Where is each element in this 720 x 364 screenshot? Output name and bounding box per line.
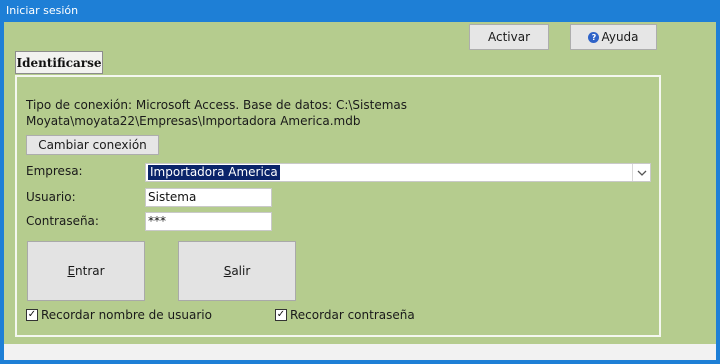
ayuda-button[interactable]: ? Ayuda xyxy=(570,24,657,50)
checkmark-icon: ✓ xyxy=(276,309,286,320)
cambiar-conexion-button[interactable]: Cambiar conexión xyxy=(26,135,159,155)
usuario-input[interactable]: Sistema xyxy=(145,188,272,207)
remember-user-option[interactable]: ✓ Recordar nombre de usuario xyxy=(26,308,212,322)
entrar-label: ntrar xyxy=(75,264,105,278)
empresa-value: Importadora America xyxy=(148,165,280,180)
remember-password-checkbox[interactable]: ✓ xyxy=(275,309,287,321)
activar-label: Activar xyxy=(487,30,531,44)
activar-button[interactable]: Activar xyxy=(469,24,549,50)
empresa-label: Empresa: xyxy=(26,164,83,178)
window-title: Iniciar sesión xyxy=(0,0,720,22)
help-icon: ? xyxy=(588,31,600,43)
status-strip xyxy=(4,344,716,360)
empresa-combobox[interactable]: Importadora America xyxy=(145,163,651,182)
cambiar-conexion-label: Cambiar conexión xyxy=(38,138,147,152)
chevron-down-icon[interactable] xyxy=(632,164,650,181)
password-input[interactable]: *** xyxy=(145,212,272,231)
password-label: Contraseña: xyxy=(26,214,99,228)
salir-label: alir xyxy=(231,264,251,278)
remember-password-label: Recordar contraseña xyxy=(290,308,415,322)
remember-password-option[interactable]: ✓ Recordar contraseña xyxy=(275,308,415,322)
entrar-mnemonic: E xyxy=(67,264,76,278)
salir-button[interactable]: Salir xyxy=(178,241,296,301)
tab-identificarse[interactable]: Identificarse xyxy=(15,51,103,74)
checkmark-icon: ✓ xyxy=(27,309,37,320)
entrar-button[interactable]: Entrar xyxy=(27,241,145,301)
ayuda-label: Ayuda xyxy=(601,30,639,44)
usuario-label: Usuario: xyxy=(26,190,76,204)
connection-info: Tipo de conexión: Microsoft Access. Base… xyxy=(26,98,407,128)
remember-user-checkbox[interactable]: ✓ xyxy=(26,309,38,321)
salir-mnemonic: S xyxy=(223,264,232,278)
remember-user-label: Recordar nombre de usuario xyxy=(41,308,212,322)
